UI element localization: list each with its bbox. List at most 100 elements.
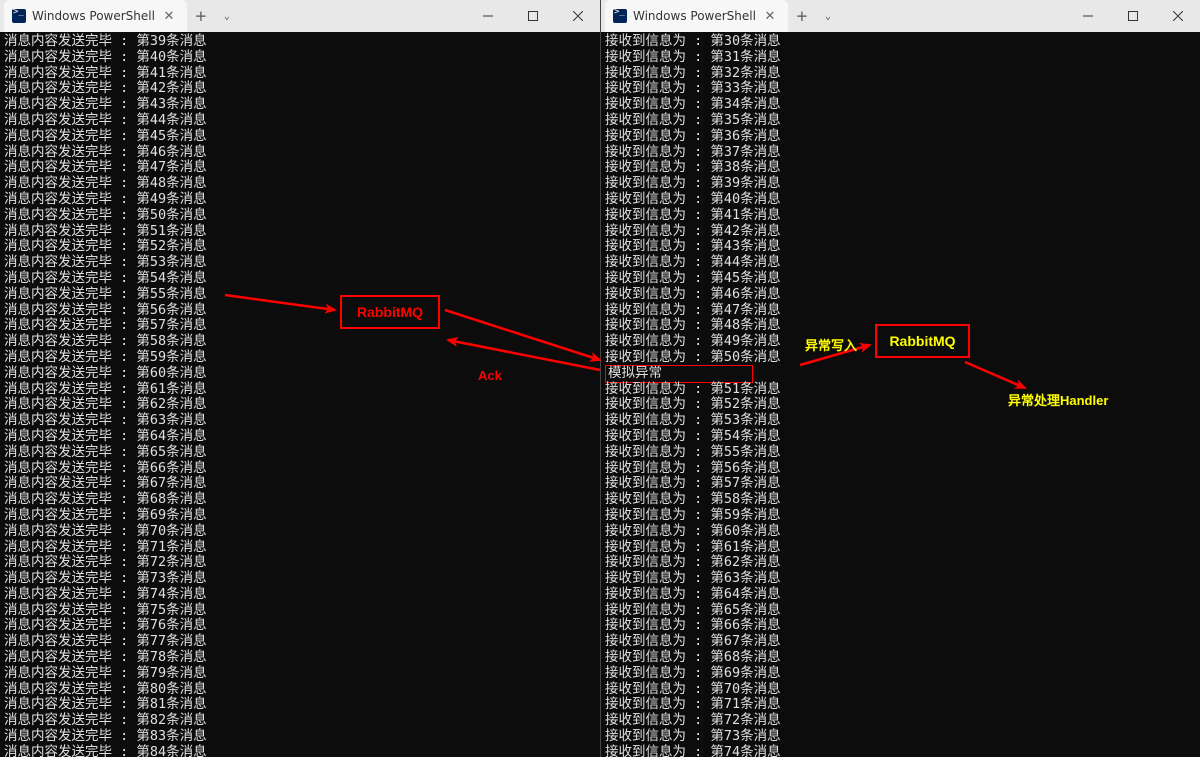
log-line: 消息内容发送完毕 : 第77条消息: [4, 634, 596, 650]
log-line: 接收到信息为 : 第39条消息: [605, 176, 1196, 192]
log-line: 接收到信息为 : 第47条消息: [605, 303, 1196, 319]
log-line: 消息内容发送完毕 : 第47条消息: [4, 160, 596, 176]
log-line: 消息内容发送完毕 : 第46条消息: [4, 145, 596, 161]
tab-title: Windows PowerShell: [633, 9, 756, 23]
log-line: 消息内容发送完毕 : 第58条消息: [4, 334, 596, 350]
exception-highlight: 模拟异常: [605, 365, 753, 383]
exception-line: 模拟异常: [605, 366, 1196, 382]
log-line: 接收到信息为 : 第36条消息: [605, 129, 1196, 145]
minimize-button[interactable]: [1065, 0, 1110, 32]
tab-dropdown-button[interactable]: ⌄: [816, 2, 840, 30]
log-line: 消息内容发送完毕 : 第61条消息: [4, 382, 596, 398]
log-line: 接收到信息为 : 第72条消息: [605, 713, 1196, 729]
log-line: 消息内容发送完毕 : 第65条消息: [4, 445, 596, 461]
log-line: 接收到信息为 : 第31条消息: [605, 50, 1196, 66]
log-line: 消息内容发送完毕 : 第67条消息: [4, 476, 596, 492]
log-line: 消息内容发送完毕 : 第56条消息: [4, 303, 596, 319]
log-line: 消息内容发送完毕 : 第49条消息: [4, 192, 596, 208]
log-line: 接收到信息为 : 第30条消息: [605, 34, 1196, 50]
log-line: 接收到信息为 : 第44条消息: [605, 255, 1196, 271]
log-line: 消息内容发送完毕 : 第44条消息: [4, 113, 596, 129]
abnormal-write-label: 异常写入: [805, 335, 857, 354]
log-line: 消息内容发送完毕 : 第82条消息: [4, 713, 596, 729]
log-line: 消息内容发送完毕 : 第68条消息: [4, 492, 596, 508]
tab-title: Windows PowerShell: [32, 9, 155, 23]
log-line: 消息内容发送完毕 : 第54条消息: [4, 271, 596, 287]
maximize-button[interactable]: [510, 0, 555, 32]
log-line: 消息内容发送完毕 : 第43条消息: [4, 97, 596, 113]
log-line: 接收到信息为 : 第34条消息: [605, 97, 1196, 113]
powershell-icon: [12, 9, 26, 23]
tab-powershell-left[interactable]: Windows PowerShell ✕: [4, 0, 187, 32]
window-controls-left: [465, 0, 600, 32]
tab-dropdown-button[interactable]: ⌄: [215, 2, 239, 30]
log-line: 接收到信息为 : 第62条消息: [605, 555, 1196, 571]
log-line: 接收到信息为 : 第56条消息: [605, 461, 1196, 477]
log-line: 消息内容发送完毕 : 第81条消息: [4, 697, 596, 713]
log-line: 消息内容发送完毕 : 第45条消息: [4, 129, 596, 145]
powershell-window-left: Windows PowerShell ✕ + ⌄ 消息内容发送完毕 : 第39条…: [0, 0, 600, 757]
window-controls-right: [1065, 0, 1200, 32]
tab-powershell-right[interactable]: Windows PowerShell ✕: [605, 0, 788, 32]
log-line: 接收到信息为 : 第71条消息: [605, 697, 1196, 713]
log-line: 消息内容发送完毕 : 第69条消息: [4, 508, 596, 524]
titlebar-left[interactable]: Windows PowerShell ✕ + ⌄: [0, 0, 600, 32]
log-line: 消息内容发送完毕 : 第72条消息: [4, 555, 596, 571]
powershell-window-right: Windows PowerShell ✕ + ⌄ 接收到信息为 : 第30条消息…: [600, 0, 1200, 757]
rabbitmq-label-right: RabbitMQ: [889, 333, 955, 349]
log-line: 消息内容发送完毕 : 第50条消息: [4, 208, 596, 224]
log-line: 消息内容发送完毕 : 第53条消息: [4, 255, 596, 271]
log-line: 接收到信息为 : 第38条消息: [605, 160, 1196, 176]
log-line: 接收到信息为 : 第41条消息: [605, 208, 1196, 224]
log-line: 接收到信息为 : 第67条消息: [605, 634, 1196, 650]
log-line: 接收到信息为 : 第57条消息: [605, 476, 1196, 492]
log-line: 消息内容发送完毕 : 第71条消息: [4, 540, 596, 556]
log-line: 消息内容发送完毕 : 第62条消息: [4, 397, 596, 413]
new-tab-button[interactable]: +: [187, 2, 215, 30]
log-line: 接收到信息为 : 第74条消息: [605, 745, 1196, 757]
log-line: 消息内容发送完毕 : 第51条消息: [4, 224, 596, 240]
log-line: 接收到信息为 : 第37条消息: [605, 145, 1196, 161]
log-line: 接收到信息为 : 第55条消息: [605, 445, 1196, 461]
new-tab-button[interactable]: +: [788, 2, 816, 30]
log-line: 接收到信息为 : 第69条消息: [605, 666, 1196, 682]
log-line: 消息内容发送完毕 : 第63条消息: [4, 413, 596, 429]
log-line: 消息内容发送完毕 : 第84条消息: [4, 745, 596, 757]
log-line: 接收到信息为 : 第45条消息: [605, 271, 1196, 287]
tab-close-button[interactable]: ✕: [161, 8, 177, 24]
close-button[interactable]: [1155, 0, 1200, 32]
log-line: 消息内容发送完毕 : 第79条消息: [4, 666, 596, 682]
log-line: 接收到信息为 : 第63条消息: [605, 571, 1196, 587]
log-line: 接收到信息为 : 第66条消息: [605, 618, 1196, 634]
minimize-button[interactable]: [465, 0, 510, 32]
log-line: 消息内容发送完毕 : 第59条消息: [4, 350, 596, 366]
handler-label: 异常处理Handler: [1008, 390, 1108, 409]
maximize-button[interactable]: [1110, 0, 1155, 32]
log-line: 消息内容发送完毕 : 第76条消息: [4, 618, 596, 634]
terminal-output-left[interactable]: 消息内容发送完毕 : 第39条消息消息内容发送完毕 : 第40条消息消息内容发送…: [0, 32, 600, 757]
ack-label: Ack: [478, 368, 502, 383]
log-line: 消息内容发送完毕 : 第64条消息: [4, 429, 596, 445]
log-line: 接收到信息为 : 第59条消息: [605, 508, 1196, 524]
log-line: 接收到信息为 : 第42条消息: [605, 224, 1196, 240]
log-line: 消息内容发送完毕 : 第48条消息: [4, 176, 596, 192]
powershell-icon: [613, 9, 627, 23]
log-line: 接收到信息为 : 第35条消息: [605, 113, 1196, 129]
close-button[interactable]: [555, 0, 600, 32]
titlebar-right[interactable]: Windows PowerShell ✕ + ⌄: [601, 0, 1200, 32]
log-line: 消息内容发送完毕 : 第57条消息: [4, 318, 596, 334]
terminal-output-right[interactable]: 接收到信息为 : 第30条消息接收到信息为 : 第31条消息接收到信息为 : 第…: [601, 32, 1200, 757]
log-line: 消息内容发送完毕 : 第78条消息: [4, 650, 596, 666]
log-line: 接收到信息为 : 第64条消息: [605, 587, 1196, 603]
log-line: 消息内容发送完毕 : 第74条消息: [4, 587, 596, 603]
log-line: 接收到信息为 : 第43条消息: [605, 239, 1196, 255]
log-line: 消息内容发送完毕 : 第66条消息: [4, 461, 596, 477]
log-line: 消息内容发送完毕 : 第39条消息: [4, 34, 596, 50]
log-line: 接收到信息为 : 第68条消息: [605, 650, 1196, 666]
tab-close-button[interactable]: ✕: [762, 8, 778, 24]
log-line: 接收到信息为 : 第53条消息: [605, 413, 1196, 429]
rabbitmq-box-left: RabbitMQ: [340, 295, 440, 329]
log-line: 接收到信息为 : 第73条消息: [605, 729, 1196, 745]
log-line: 接收到信息为 : 第61条消息: [605, 540, 1196, 556]
log-line: 接收到信息为 : 第33条消息: [605, 81, 1196, 97]
